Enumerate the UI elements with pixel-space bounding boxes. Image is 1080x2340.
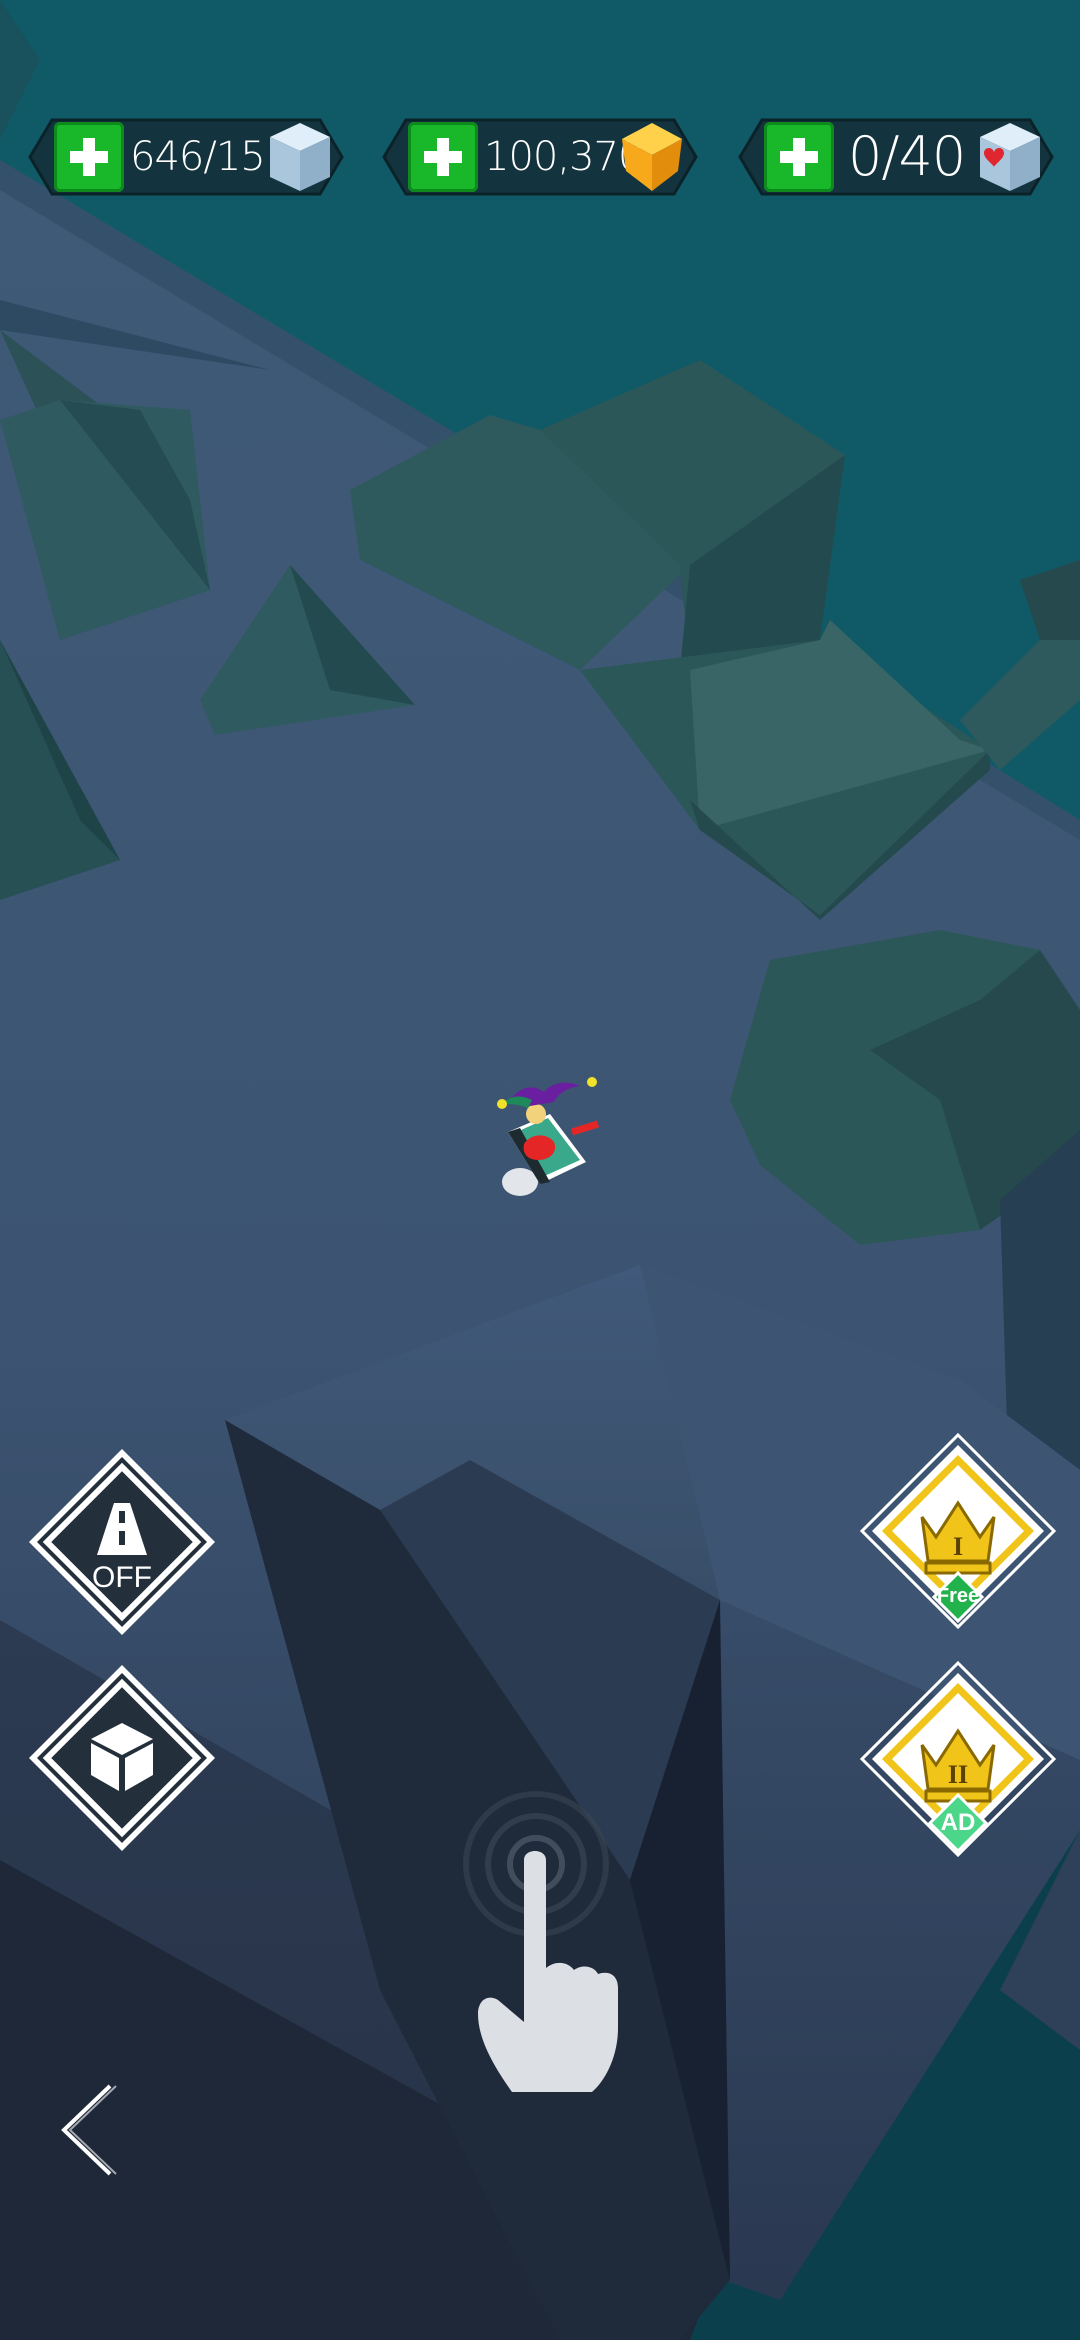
jester-character [497,1077,600,1196]
ice-cube-icon [270,123,330,191]
gem-counter: 100,370 [372,117,708,197]
heart-cube-icon [980,123,1040,191]
crown-level-2-button[interactable]: II AD [859,1660,1057,1858]
add-gems-button[interactable] [408,122,478,192]
plus-icon [70,138,108,176]
crown-level-1-button[interactable]: I Free [859,1432,1057,1630]
gold-gem-icon [622,123,682,191]
heart-counter: 0/40 [728,117,1064,197]
back-button[interactable] [50,2080,130,2180]
back-arrow-icon [61,2084,117,2176]
road-toggle-label: OFF [92,1561,152,1594]
cube-counter: 646/15 [18,117,354,197]
cube-skin-button[interactable] [27,1663,217,1853]
heart-count: 0/40 [848,125,966,188]
plus-icon [780,138,818,176]
plus-icon [424,138,462,176]
crown-level-1-numeral: I [953,1532,963,1561]
crown-level-2-numeral: II [948,1760,968,1789]
ad-badge: AD [940,1809,976,1836]
cube-count: 646/15 [130,134,266,180]
add-hearts-button[interactable] [764,122,834,192]
add-cubes-button[interactable] [54,122,124,192]
road-toggle-button[interactable]: OFF [27,1447,217,1637]
free-badge: Free [936,1585,980,1607]
tap-hint-hand-icon [463,1791,618,2092]
